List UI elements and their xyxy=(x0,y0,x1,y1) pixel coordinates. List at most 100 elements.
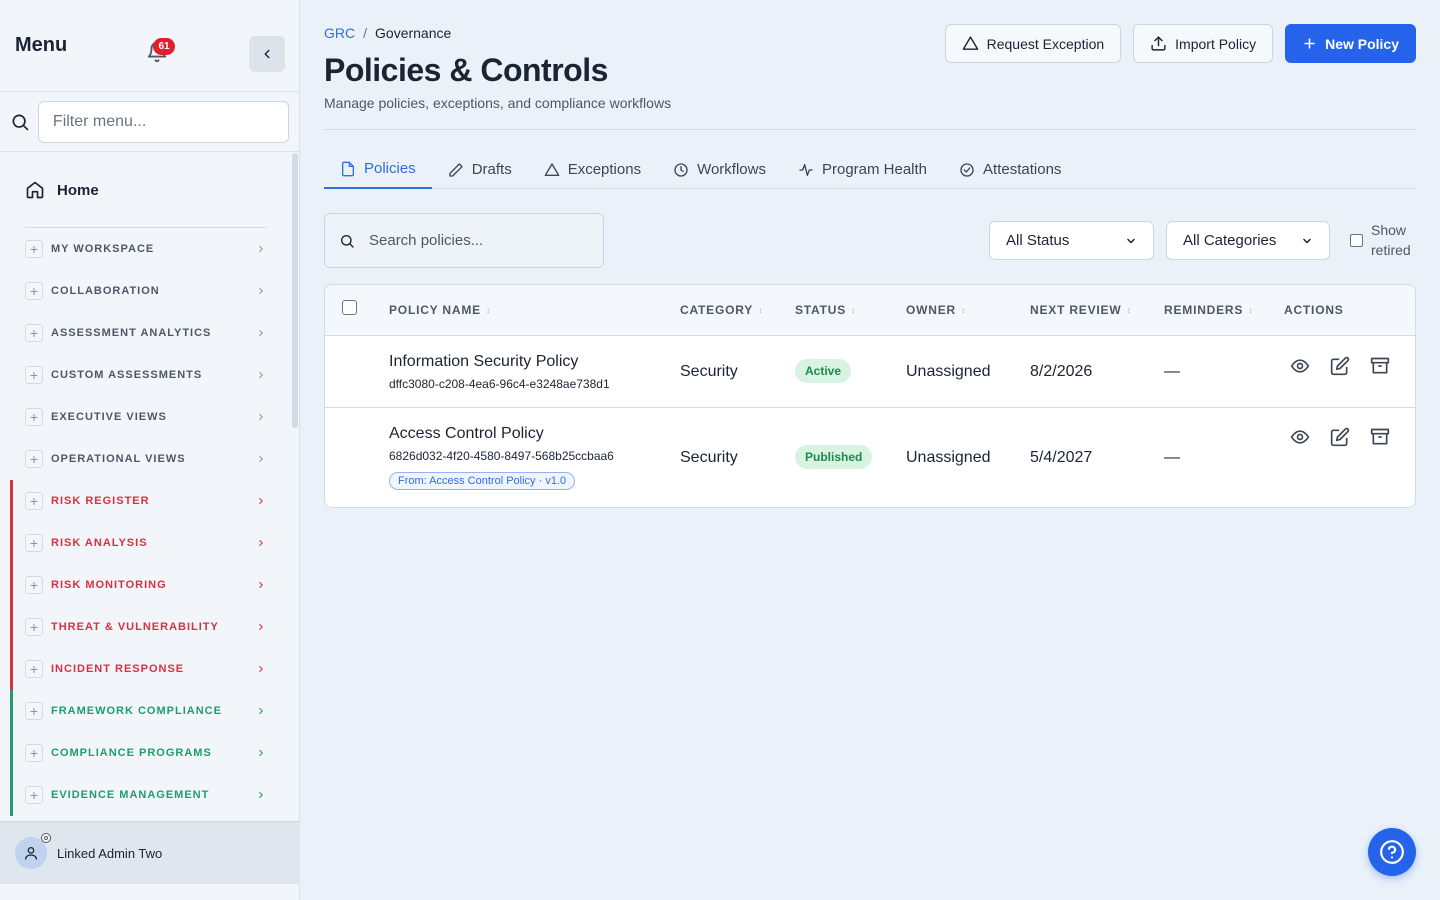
sidebar-section-threat-vulnerability[interactable]: + THREAT & VULNERABILITY xyxy=(0,606,300,648)
table-row[interactable]: Information Security Policy dffc3080-c20… xyxy=(325,336,1415,408)
view-icon[interactable] xyxy=(1290,427,1310,447)
policy-id: dffc3080-c208-4ea6-96c4-e3248ae738d1 xyxy=(389,377,610,391)
section-accent-bar xyxy=(10,480,13,522)
sidebar: Menu 61 Home + MY WORKSPACE + COLLABORATION… xyxy=(0,0,300,900)
sidebar-section-incident-response[interactable]: + INCIDENT RESPONSE xyxy=(0,648,300,690)
avatar[interactable] xyxy=(15,833,51,869)
sidebar-section-assessment-analytics[interactable]: + ASSESSMENT ANALYTICS xyxy=(0,312,300,354)
sidebar-section-risk-analysis[interactable]: + RISK ANALYSIS xyxy=(0,522,300,564)
breadcrumb-grc-link[interactable]: GRC xyxy=(324,25,355,41)
collapse-sidebar-button[interactable] xyxy=(249,36,285,72)
plus-icon[interactable]: + xyxy=(25,786,43,804)
tab-exceptions[interactable]: Exceptions xyxy=(528,150,657,189)
help-icon xyxy=(1380,840,1404,864)
sidebar-section-framework-compliance[interactable]: + FRAMEWORK COMPLIANCE xyxy=(0,690,300,732)
tab-program-health[interactable]: Program Health xyxy=(782,150,943,189)
sidebar-section-compliance-programs[interactable]: + COMPLIANCE PROGRAMS xyxy=(0,732,300,774)
status-badge: Active xyxy=(795,359,852,383)
tab-workflows[interactable]: Workflows xyxy=(657,150,782,189)
search-policies-input[interactable] xyxy=(369,232,589,249)
status-filter-select[interactable]: All Status xyxy=(989,221,1154,260)
column-header-owner[interactable]: OWNER ↕ xyxy=(906,303,966,317)
plus-icon[interactable]: + xyxy=(25,660,43,678)
sidebar-item-home[interactable]: Home xyxy=(0,153,300,227)
show-retired-checkbox[interactable] xyxy=(1350,233,1363,247)
import-policy-button[interactable]: Import Policy xyxy=(1133,24,1274,63)
sidebar-section-label: RISK REGISTER xyxy=(51,495,150,507)
tab-policies[interactable]: Policies xyxy=(324,150,432,189)
category-filter-select[interactable]: All Categories xyxy=(1166,221,1330,260)
sidebar-section-collaboration[interactable]: + COLLABORATION xyxy=(0,270,300,312)
plus-icon[interactable]: + xyxy=(25,744,43,762)
tab-attestations[interactable]: Attestations xyxy=(943,150,1077,189)
request-exception-button[interactable]: Request Exception xyxy=(944,24,1122,63)
plus-icon[interactable]: + xyxy=(25,450,43,468)
table-row[interactable]: Access Control Policy 6826d032-4f20-4580… xyxy=(325,408,1415,507)
sidebar-section-label: MY WORKSPACE xyxy=(51,243,155,255)
sidebar-section-executive-views[interactable]: + EXECUTIVE VIEWS xyxy=(0,396,300,438)
plus-icon[interactable]: + xyxy=(25,366,43,384)
policy-name-cell: Access Control Policy 6826d032-4f20-4580… xyxy=(389,425,614,490)
section-accent-bar xyxy=(10,564,13,606)
plus-icon[interactable]: + xyxy=(25,408,43,426)
chevron-right-icon xyxy=(259,665,263,673)
user-name: Linked Admin Two xyxy=(57,845,163,861)
policy-name[interactable]: Access Control Policy xyxy=(389,425,614,443)
plus-icon[interactable]: + xyxy=(25,576,43,594)
category-filter-value: All Categories xyxy=(1183,232,1277,249)
sidebar-section-label: COLLABORATION xyxy=(51,285,160,297)
filter-menu-input[interactable] xyxy=(37,100,289,143)
home-icon xyxy=(26,181,44,199)
owner-cell: Unassigned xyxy=(906,363,991,380)
source-policy-tag[interactable]: From: Access Control Policy · v1.0 xyxy=(389,472,576,490)
edit-icon[interactable] xyxy=(1330,427,1350,447)
clock-icon xyxy=(674,162,688,177)
plus-icon[interactable]: + xyxy=(25,282,43,300)
column-header-policy-name[interactable]: POLICY NAME ↕ xyxy=(389,303,491,317)
plus-icon[interactable]: + xyxy=(25,324,43,342)
section-accent-bar xyxy=(10,732,13,774)
help-button[interactable] xyxy=(1368,828,1416,876)
tab-drafts[interactable]: Drafts xyxy=(432,150,528,189)
policy-name[interactable]: Information Security Policy xyxy=(389,353,610,371)
search-icon xyxy=(341,234,354,248)
show-retired-toggle[interactable]: Show retired xyxy=(1350,220,1411,260)
sidebar-title: Menu xyxy=(15,34,68,56)
select-all-checkbox[interactable] xyxy=(342,300,357,315)
category-cell: Security xyxy=(680,363,738,380)
user-footer[interactable]: Linked Admin Two xyxy=(0,821,300,884)
sidebar-section-evidence-management[interactable]: + EVIDENCE MANAGEMENT xyxy=(0,774,300,816)
plus-icon[interactable]: + xyxy=(25,240,43,258)
column-header-reminders[interactable]: REMINDERS ↕ xyxy=(1164,303,1254,317)
edit-icon[interactable] xyxy=(1330,356,1350,376)
plus-icon[interactable]: + xyxy=(25,702,43,720)
column-header-next-review[interactable]: NEXT REVIEW ↕ xyxy=(1030,303,1132,317)
plus-icon[interactable]: + xyxy=(25,492,43,510)
sidebar-section-operational-views[interactable]: + OPERATIONAL VIEWS xyxy=(0,438,300,480)
plus-icon[interactable]: + xyxy=(25,534,43,552)
chevron-left-icon xyxy=(264,49,270,59)
sidebar-section-risk-monitoring[interactable]: + RISK MONITORING xyxy=(0,564,300,606)
archive-icon[interactable] xyxy=(1370,356,1390,376)
sidebar-section-label: CUSTOM ASSESSMENTS xyxy=(51,369,203,381)
chevron-down-icon xyxy=(1303,238,1311,243)
new-policy-button[interactable]: New Policy xyxy=(1285,24,1416,63)
sidebar-section-risk-register[interactable]: + RISK REGISTER xyxy=(0,480,300,522)
sidebar-section-label: FRAMEWORK COMPLIANCE xyxy=(51,705,222,717)
status-filter-value: All Status xyxy=(1006,232,1070,249)
sidebar-header: Menu 61 xyxy=(0,0,299,92)
sidebar-scrollbar[interactable] xyxy=(292,153,298,428)
check-circle-icon xyxy=(960,162,974,177)
plus-icon[interactable]: + xyxy=(25,618,43,636)
sidebar-section-my-workspace[interactable]: + MY WORKSPACE xyxy=(0,228,300,270)
sidebar-section-custom-assessments[interactable]: + CUSTOM ASSESSMENTS xyxy=(0,354,300,396)
new-policy-label: New Policy xyxy=(1325,35,1399,52)
archive-icon[interactable] xyxy=(1370,427,1390,447)
sidebar-section-label: EXECUTIVE VIEWS xyxy=(51,411,167,423)
view-icon[interactable] xyxy=(1290,356,1310,376)
status-cell: Published xyxy=(795,445,873,469)
column-header-category[interactable]: CATEGORY ↕ xyxy=(680,303,763,317)
column-header-status[interactable]: STATUS ↕ xyxy=(795,303,856,317)
section-accent-bar xyxy=(10,648,13,690)
import-policy-label: Import Policy xyxy=(1175,35,1257,52)
